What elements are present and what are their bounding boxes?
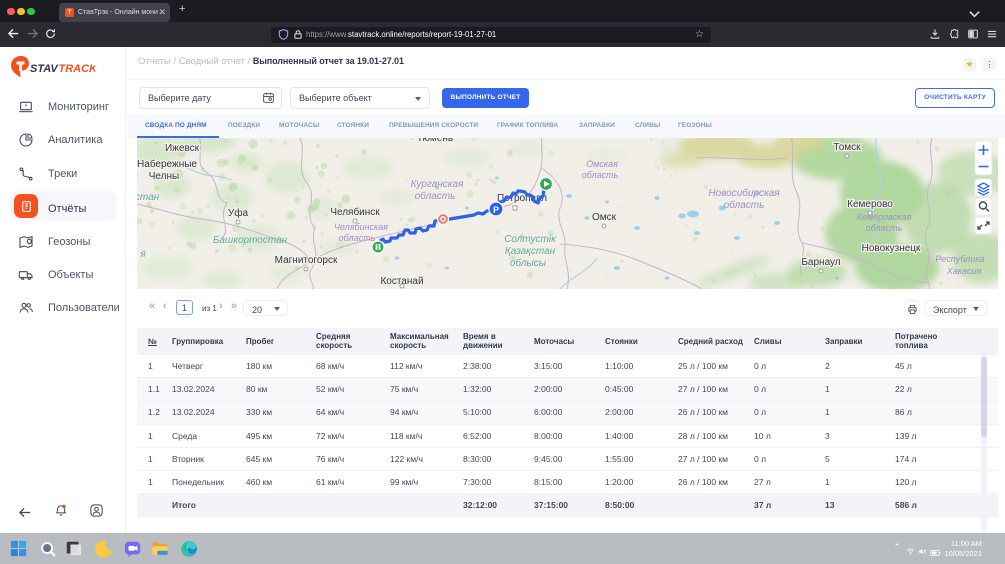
svg-text:P: P [492,205,498,215]
svg-text:Хакасия: Хакасия [945,266,981,276]
svg-text:я: я [139,249,146,260]
svg-text:облысы: облысы [509,257,546,269]
svg-text:Омск: Омск [591,212,616,223]
svg-text:область: область [865,223,902,233]
svg-text:Барнаул: Барнаул [801,257,840,268]
svg-text:область: область [723,199,764,211]
svg-text:Уфа: Уфа [227,207,248,219]
svg-text:область: область [338,233,375,243]
svg-text:Томск: Томск [833,142,861,153]
svg-text:область: область [581,170,618,180]
svg-text:Қазақстан: Қазақстан [504,246,555,257]
svg-text:Кемерово: Кемерово [847,199,893,210]
svg-text:TRACK: TRACK [59,63,96,75]
svg-text:стан: стан [137,192,160,203]
svg-text:область: область [414,190,455,202]
svg-text:Челны: Челны [148,171,178,182]
svg-text:Омская: Омская [586,159,618,169]
svg-text:Кемеровская: Кемеровская [856,212,911,222]
svg-text:Башкортостан: Башкортостан [212,235,287,246]
svg-text:Тюмень: Тюмень [416,138,452,144]
svg-text:Новокузнецк: Новокузнецк [861,243,920,254]
svg-text:Ижевск: Ижевск [164,143,199,154]
svg-text:Челябинская: Челябинская [333,222,387,232]
svg-text:Магнитогорск: Магнитогорск [274,255,337,266]
svg-text:Челябинск: Челябинск [330,206,380,218]
svg-text:STAV: STAV [30,63,59,75]
svg-text:Курганская: Курганская [410,179,464,190]
svg-text:Набережные: Набережные [137,158,197,170]
svg-text:Солтустік: Солтустік [504,234,557,245]
svg-text:Новосибирская: Новосибирская [708,187,780,199]
svg-text:Республика: Республика [935,254,984,264]
